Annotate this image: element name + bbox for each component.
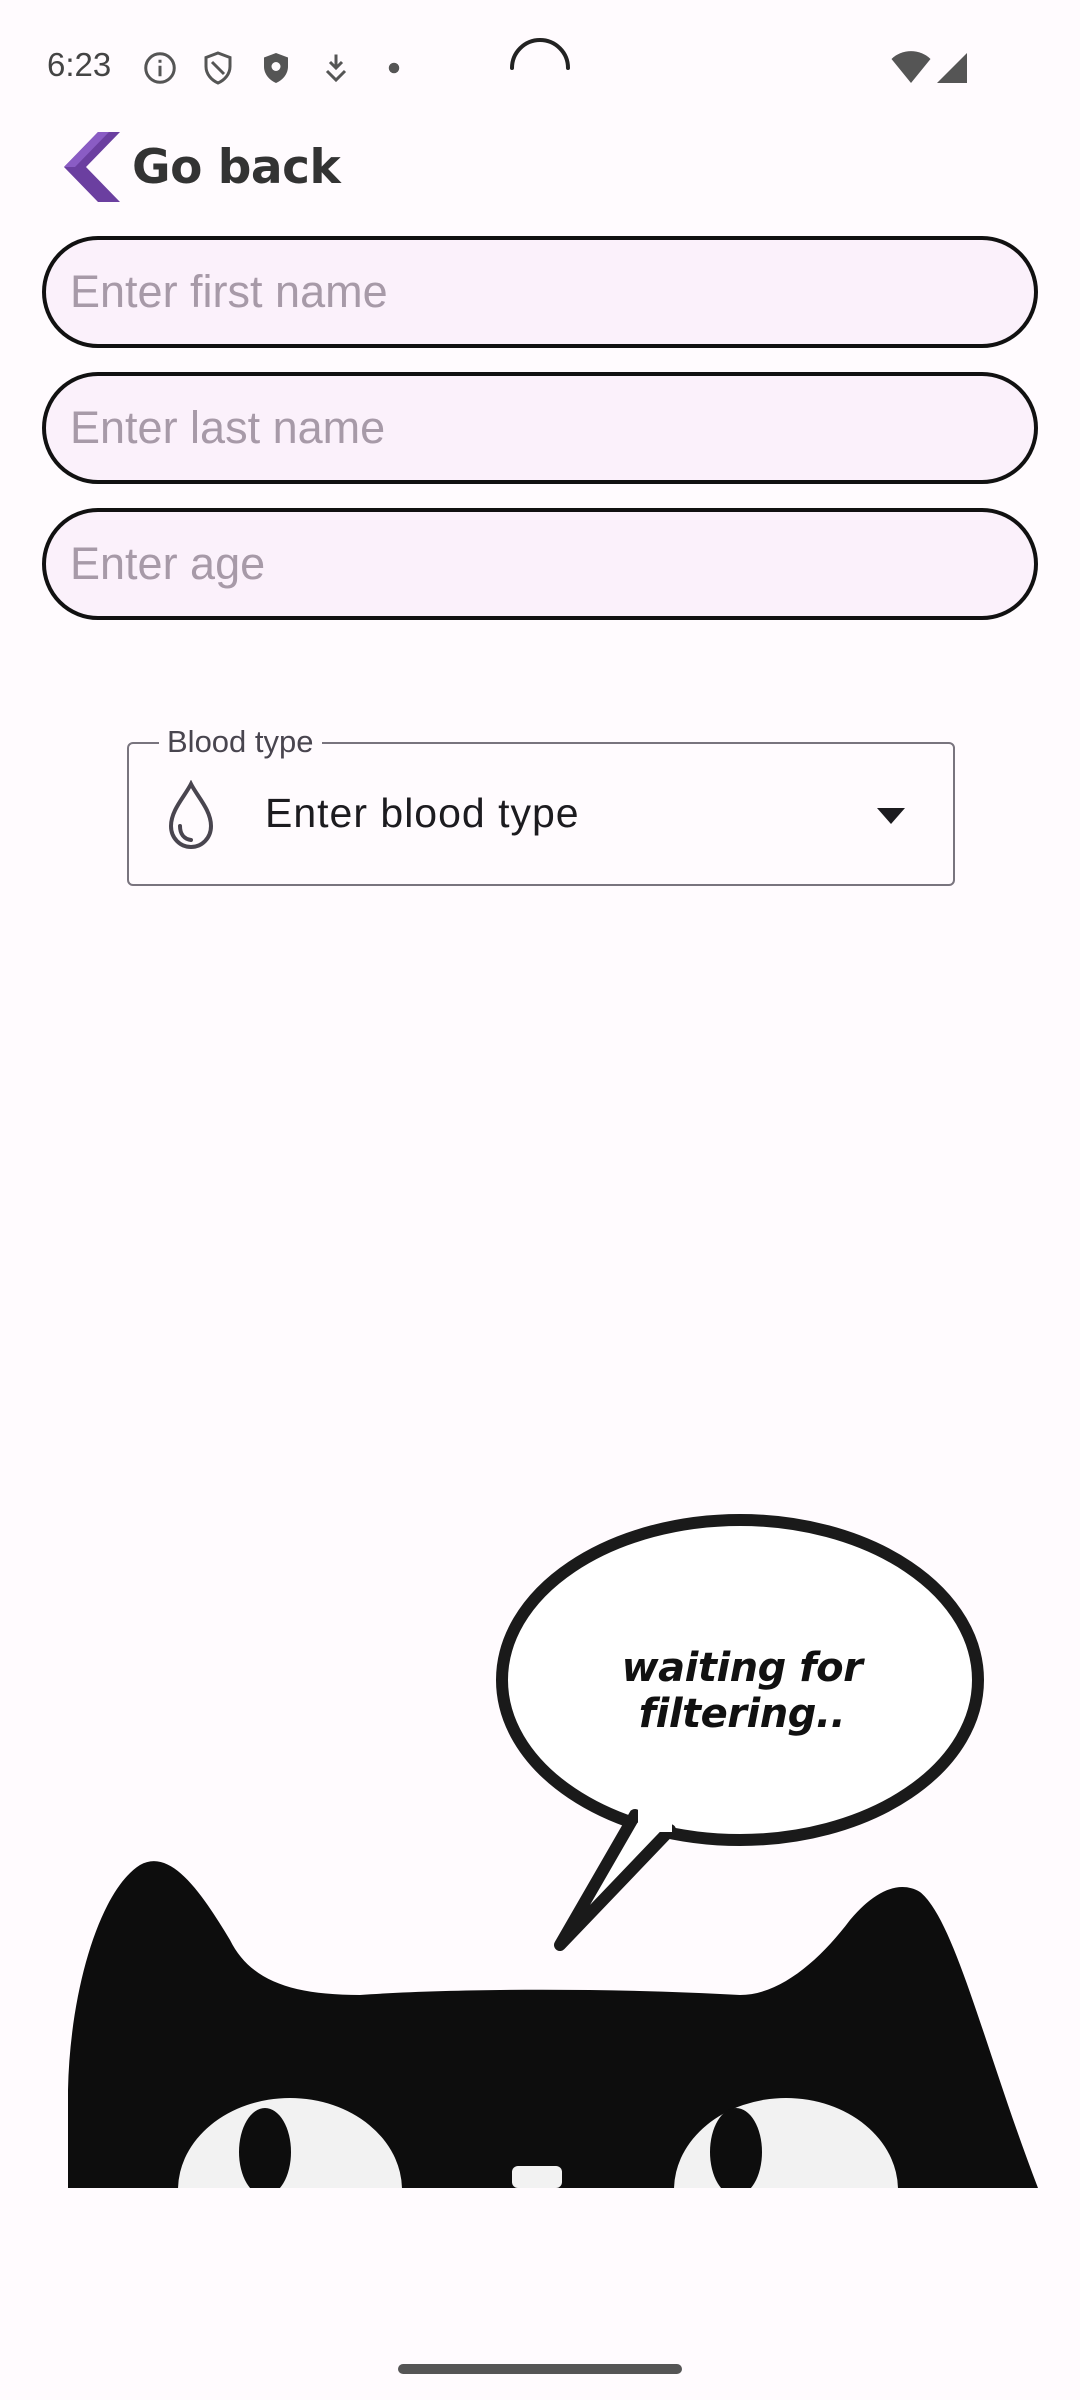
speech-bubble-text: waiting for filtering..	[621, 1645, 863, 1737]
shield-filled-icon	[258, 50, 294, 86]
last-name-input[interactable]	[42, 372, 1038, 484]
blood-type-dropdown[interactable]: Blood type Enter blood type	[127, 722, 955, 886]
download-icon	[318, 50, 354, 86]
waiting-cat-illustration	[60, 1490, 1050, 2188]
wifi-icon	[890, 50, 932, 86]
water-drop-icon	[163, 780, 219, 852]
chevron-left-icon	[56, 130, 120, 204]
info-icon	[142, 50, 178, 86]
shield-outline-icon	[200, 50, 236, 86]
blood-type-value: Enter blood type	[265, 790, 580, 836]
go-back-label: Go back	[132, 139, 341, 195]
dot-icon	[376, 50, 412, 86]
age-input[interactable]	[42, 508, 1038, 620]
blood-type-label: Blood type	[159, 722, 322, 762]
signal-icon	[934, 50, 970, 86]
status-bar: 6:23	[0, 0, 1080, 140]
dropdown-arrow-icon	[873, 804, 909, 828]
loading-spinner-icon	[506, 34, 574, 102]
home-indicator[interactable]	[398, 2364, 682, 2374]
status-time: 6:23	[47, 46, 112, 83]
first-name-input[interactable]	[42, 236, 1038, 348]
go-back-button[interactable]: Go back	[56, 128, 341, 206]
